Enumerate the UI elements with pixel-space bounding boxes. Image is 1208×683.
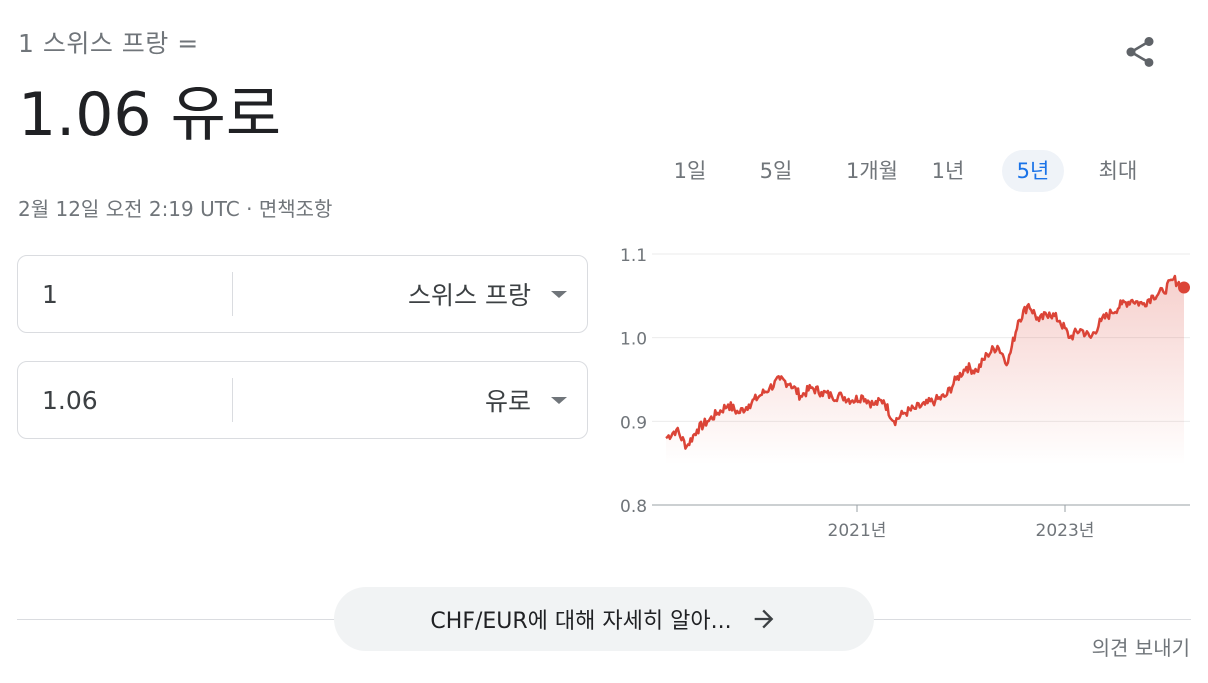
chart-area-fill [666,276,1184,465]
share-button[interactable] [1118,30,1162,74]
x-tick-label: 2021년 [828,521,887,541]
to-currency-box: 1.06 유로 [17,361,588,439]
from-amount-input[interactable]: 1 [42,256,222,332]
y-tick-label: 0.8 [620,497,647,517]
tab-1d[interactable]: 1일 [662,150,718,192]
timestamp-line: 2월 12일 오전 2:19 UTC · 면책조항 [18,193,332,222]
tab-5y[interactable]: 5년 [1002,150,1064,192]
to-amount-input[interactable]: 1.06 [42,362,222,438]
learn-more-button[interactable]: CHF/EUR에 대해 자세히 알아... [334,587,874,651]
exchange-rate-chart: 1.1 1.0 0.9 0.8 2021년 2023년 [620,246,1190,541]
y-tick-label: 1.0 [620,330,647,350]
share-icon [1126,37,1154,67]
from-currency-box: 1 스위스 프랑 [17,255,588,333]
chevron-down-icon[interactable] [551,397,567,404]
tab-1y[interactable]: 1년 [920,150,976,192]
conversion-subtitle: 1 스위스 프랑 = [18,29,199,58]
chart-last-point [1178,281,1190,294]
learn-more-label: CHF/EUR에 대해 자세히 알아... [430,609,732,634]
from-currency-select[interactable]: 스위스 프랑 [408,256,531,332]
disclaimer-link[interactable]: 면책조항 [259,197,333,221]
timestamp: 2월 12일 오전 2:19 UTC · [18,197,259,221]
arrow-right-icon [754,609,773,629]
tab-5d[interactable]: 5일 [748,150,804,192]
chevron-down-icon[interactable] [551,291,567,298]
to-currency-select[interactable]: 유로 [485,362,531,438]
divider [232,272,233,316]
divider [232,378,233,422]
x-tick-label: 2023년 [1036,521,1095,541]
feedback-link[interactable]: 의견 보내기 [1092,632,1190,661]
y-tick-label: 0.9 [620,413,647,433]
tab-max[interactable]: 최대 [1088,150,1148,192]
conversion-result: 1.06 유로 [18,80,282,150]
y-tick-label: 1.1 [620,246,647,266]
tab-1m[interactable]: 1개월 [830,150,914,192]
